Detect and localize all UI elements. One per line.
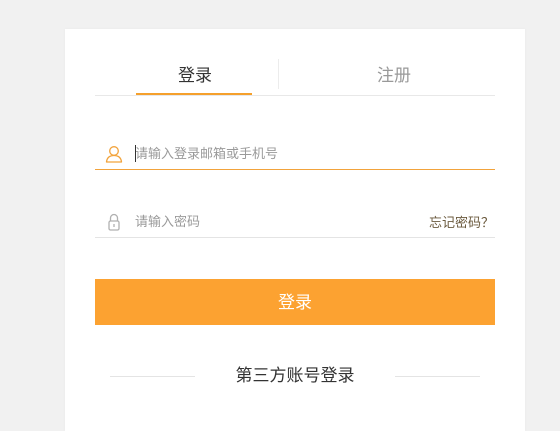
- tab-divider: [278, 59, 279, 89]
- login-button[interactable]: 登录: [95, 279, 495, 325]
- text-caret: [135, 145, 136, 162]
- active-tab-underline: [136, 93, 252, 95]
- account-field: [95, 141, 495, 170]
- divider-line-left: [110, 376, 195, 377]
- password-input[interactable]: [135, 209, 415, 235]
- tab-login[interactable]: 登录: [138, 58, 252, 94]
- login-card: 登录 注册 忘记密码？: [65, 29, 525, 431]
- divider-line-right: [395, 376, 480, 377]
- page: 登录 注册 忘记密码？: [0, 0, 560, 431]
- third-party-title: 第三方账号登录: [235, 366, 355, 386]
- account-input[interactable]: [135, 141, 415, 167]
- third-party-login-section: 第三方账号登录: [110, 363, 480, 389]
- user-icon: [104, 144, 124, 164]
- lock-icon: [104, 212, 124, 232]
- auth-tabs: 登录 注册: [95, 58, 495, 96]
- forgot-password-link[interactable]: 忘记密码？: [429, 212, 494, 231]
- tab-register[interactable]: 注册: [337, 58, 451, 94]
- password-field: 忘记密码？: [95, 209, 495, 238]
